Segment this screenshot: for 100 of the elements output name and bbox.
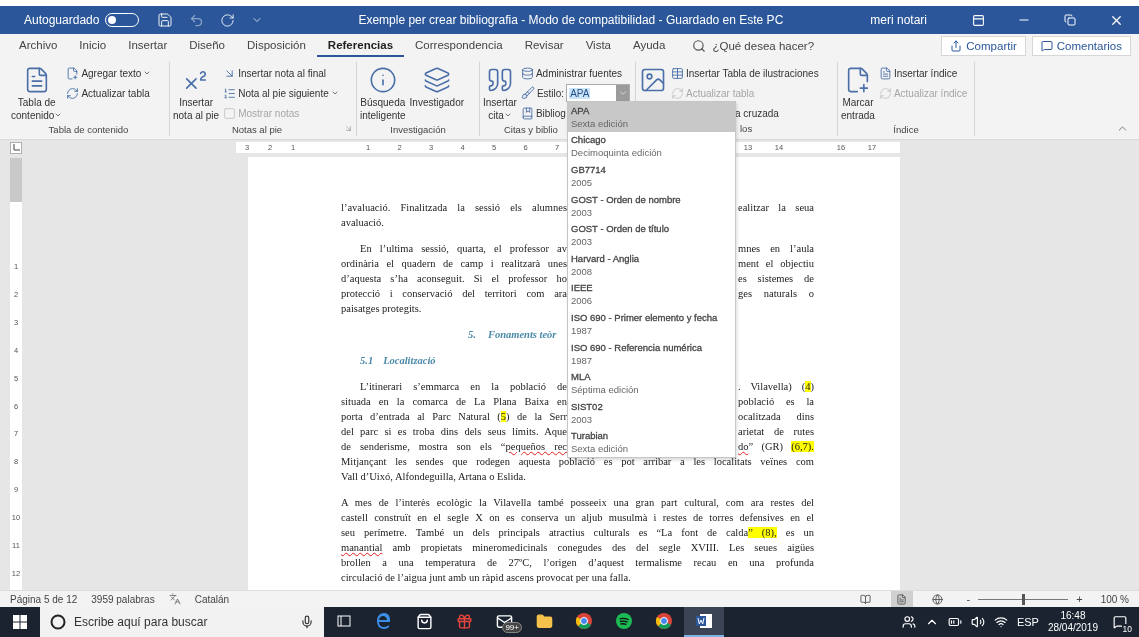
notifications-button[interactable]: 10 bbox=[1107, 610, 1133, 634]
share-icon bbox=[950, 40, 963, 52]
style-option[interactable]: GOST - Orden de título 2003 bbox=[568, 220, 735, 250]
ribbon-group-label: Investigación bbox=[390, 124, 446, 136]
tab-selector-icon[interactable] bbox=[10, 141, 22, 154]
zoom-percent[interactable]: 100 % bbox=[1100, 593, 1129, 605]
ribbon-button[interactable]: Administrar fuentes bbox=[519, 63, 631, 83]
ribbon-button[interactable]: Insertar Tabla de ilustraciones bbox=[670, 63, 820, 83]
style-option[interactable]: GOST - Orden de nombre 2003 bbox=[568, 190, 735, 221]
ribbon-button[interactable]: Insertar índice bbox=[877, 63, 969, 83]
circle-logo-icon bbox=[655, 612, 673, 630]
picture-page-icon bbox=[639, 66, 667, 94]
style-option[interactable]: IEEE 2006 bbox=[568, 279, 735, 310]
ribbon-large-button[interactable]: Marcar entrada bbox=[840, 62, 876, 124]
globe-icon bbox=[932, 593, 944, 605]
circle-logo-icon bbox=[575, 612, 593, 630]
ribbon-tab[interactable]: Diseño bbox=[178, 35, 237, 57]
text-line: l’avaluació. Finalitzada la sessió els alumnes bbox=[341, 201, 567, 215]
ribbon-tab[interactable]: Correspondencia bbox=[404, 35, 514, 57]
ribbon-group-label: Notas al pie bbox=[231, 124, 283, 136]
search-icon bbox=[692, 39, 707, 53]
gift-icon bbox=[455, 612, 473, 630]
language-label[interactable]: Catalán bbox=[194, 593, 230, 605]
clock[interactable]: 16:48 28/04/2019 bbox=[1047, 610, 1098, 634]
style-option[interactable]: MLA Séptima edición bbox=[568, 368, 735, 398]
style-option[interactable]: Chicago Decimoquinta edición bbox=[568, 131, 735, 162]
text-line: do” (GR) (6,7). bbox=[738, 440, 814, 454]
taskbar-app-button[interactable]: 99+ bbox=[484, 607, 524, 637]
redo-icon[interactable] bbox=[220, 12, 236, 28]
text-line: . Vilavella) (4) bbox=[738, 380, 814, 394]
ribbon-large-button[interactable]: Búsqueda inteligente bbox=[359, 62, 407, 124]
word-count[interactable]: 3959 palabras bbox=[91, 593, 155, 605]
view-button[interactable] bbox=[890, 591, 913, 607]
style-label: Estilo: bbox=[536, 87, 565, 99]
text-line: es sistemes de bbox=[738, 272, 814, 286]
count-badge: 99+ bbox=[502, 622, 522, 633]
page-count[interactable]: Página 5 de 12 bbox=[10, 593, 78, 605]
page-icon bbox=[878, 66, 892, 80]
ribbon-group-label: Citas y biblio bbox=[504, 124, 558, 136]
style-option[interactable]: SIST02 2003 bbox=[568, 397, 735, 428]
share-button[interactable]: Compartir bbox=[941, 36, 1026, 56]
ribbon-large-button[interactable]: Investigador bbox=[408, 62, 466, 111]
zoom-thumb[interactable] bbox=[1022, 593, 1026, 605]
text-line: manantial amb propietats mineromedicinals conegudes des del segle XVIII. Les seues aigües bbox=[341, 541, 814, 555]
folder-icon bbox=[535, 612, 553, 630]
text-line: castell construït en el segle X on es conserva un aljub musulmà i restes de torres defensives en el bbox=[341, 511, 814, 525]
input-language[interactable]: ESP bbox=[1016, 616, 1039, 628]
zoom-out-button[interactable]: - bbox=[962, 593, 975, 605]
table-icon bbox=[671, 66, 684, 80]
page-icon bbox=[896, 593, 908, 605]
people-icon[interactable] bbox=[901, 615, 916, 629]
circle-icon bbox=[50, 614, 66, 630]
ribbon-button[interactable]: Insertar nota al final bbox=[222, 63, 340, 83]
ribbon-tab[interactable]: Insertar bbox=[117, 35, 179, 57]
zoom-in-button[interactable]: + bbox=[1072, 593, 1087, 605]
stacked-pages-icon bbox=[422, 66, 451, 94]
wifi-icon[interactable] bbox=[993, 615, 1008, 629]
text-line: de senderisme, mostra son els “pequeños rec bbox=[341, 440, 567, 454]
speaker-icon[interactable] bbox=[970, 615, 985, 629]
ribbon-tab[interactable]: Ayuda bbox=[622, 35, 677, 57]
book-icon bbox=[860, 593, 872, 605]
style-option[interactable]: GB7714 2005 bbox=[568, 161, 735, 191]
style-option[interactable]: ISO 690 - Referencia numérica 1987 bbox=[568, 338, 735, 369]
style-option[interactable]: Harvard - Anglia 2008 bbox=[568, 249, 735, 280]
ribbon-tab[interactable]: Disposición bbox=[236, 35, 317, 57]
microphone-icon[interactable] bbox=[300, 615, 314, 629]
ribbon-button[interactable]: Agregar texto bbox=[65, 63, 153, 83]
caret-icon bbox=[143, 69, 152, 77]
search-field[interactable]: ¿Qué desea hacer? bbox=[686, 37, 821, 55]
striped-circle-logo-icon bbox=[615, 612, 633, 630]
comments-button[interactable]: Comentarios bbox=[1031, 36, 1131, 56]
taskbar-app-button[interactable] bbox=[684, 607, 724, 637]
style-option[interactable]: Turabian Sexta edición bbox=[568, 427, 735, 458]
style-option[interactable]: APA Sexta edición bbox=[568, 102, 735, 132]
save-icon[interactable] bbox=[157, 12, 174, 28]
style-combobox[interactable]: APA bbox=[566, 84, 631, 102]
text-line: brollen a una temperatura de 27ºC, l’origen d’aquest termalisme recau en una profunda bbox=[341, 556, 814, 570]
ribbon-tab[interactable]: Vista bbox=[574, 35, 622, 57]
text-line: ocalitzada dins bbox=[738, 410, 814, 424]
ribbon-button[interactable]: Nota al pie siguiente bbox=[222, 83, 340, 103]
text-line: d’aquesta s’ha aconseguit. Si el professor ho bbox=[341, 272, 567, 286]
ribbon-tab[interactable]: Archivo bbox=[8, 35, 69, 57]
speech-bubble-icon bbox=[1040, 40, 1053, 52]
ribbon-tab[interactable]: Inicio bbox=[68, 35, 118, 57]
refresh-icon bbox=[671, 86, 684, 100]
battery-icon[interactable] bbox=[947, 615, 962, 629]
ribbon-large-button[interactable]: Tabla de contenido bbox=[10, 62, 64, 124]
style-option[interactable]: ISO 690 - Primer elemento y fecha 1987 bbox=[568, 309, 735, 339]
ribbon-group-label: Índice bbox=[893, 124, 919, 136]
refresh-icon bbox=[878, 86, 892, 100]
ribbon-button[interactable]: Actualizar tabla bbox=[65, 83, 153, 103]
ribbon-large-button[interactable]: Insertar cita bbox=[482, 62, 518, 124]
heading-number: 5. bbox=[468, 328, 476, 342]
proofing-icon[interactable] bbox=[168, 593, 181, 605]
ribbon-tab[interactable]: Revisar bbox=[513, 35, 575, 57]
text-line: protecció i conservació del territori com ara bbox=[341, 287, 567, 301]
ribbon-large-button[interactable]: Insertar nota al pie bbox=[172, 62, 221, 124]
taskbar-search-field[interactable]: Escribe aquí para buscar bbox=[40, 607, 324, 637]
chapter-heading: Fonaments teòr bbox=[487, 328, 557, 342]
caret-icon bbox=[330, 89, 339, 97]
